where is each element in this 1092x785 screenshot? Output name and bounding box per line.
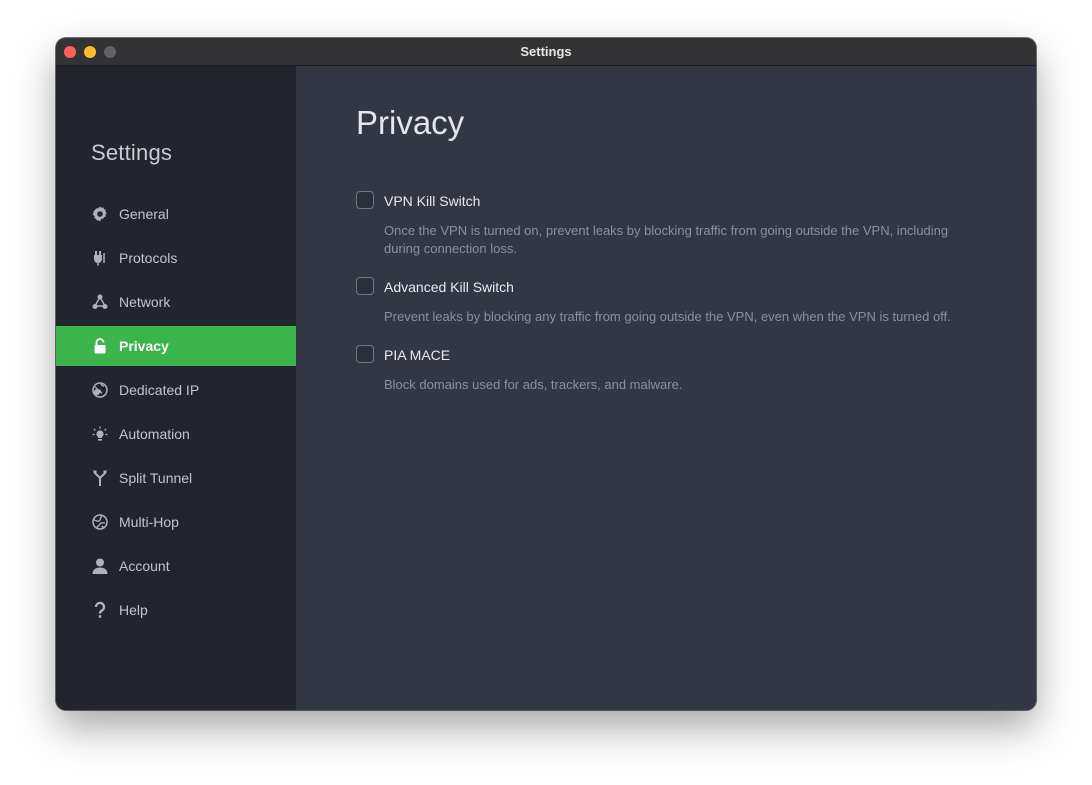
account-icon (91, 557, 109, 575)
option-description: Block domains used for ads, trackers, an… (384, 377, 683, 392)
network-icon (91, 293, 109, 311)
sidebar-item-dedicated-ip[interactable]: Dedicated IP (56, 370, 296, 410)
dedicated-ip-icon (91, 381, 109, 399)
sidebar-item-general[interactable]: General (56, 194, 296, 234)
sidebar-item-label: Help (119, 602, 148, 618)
sidebar-item-privacy[interactable]: Privacy (56, 326, 296, 366)
option-label[interactable]: VPN Kill Switch (384, 193, 480, 209)
sidebar-item-account[interactable]: Account (56, 546, 296, 586)
sidebar-item-help[interactable]: Help (56, 590, 296, 630)
sidebar-title: Settings (91, 140, 173, 165)
option-description: Once the VPN is turned on, prevent leaks… (384, 223, 949, 256)
protocols-icon (91, 249, 109, 267)
option-label[interactable]: PIA MACE (384, 347, 450, 363)
sidebar-item-label: Multi-Hop (119, 514, 179, 530)
pia-mace-checkbox[interactable] (356, 345, 374, 363)
sidebar-item-network[interactable]: Network (56, 282, 296, 322)
sidebar-item-protocols[interactable]: Protocols (56, 238, 296, 278)
option-description: Prevent leaks by blocking any traffic fr… (384, 309, 951, 324)
vpn-kill-switch-checkbox[interactable] (356, 191, 374, 209)
automation-icon (91, 425, 109, 443)
sidebar-item-label: Protocols (119, 250, 178, 266)
sidebar-item-label: Split Tunnel (119, 470, 193, 486)
help-icon (91, 601, 109, 619)
settings-window: Settings Settings General Protocols Netw… (56, 38, 1036, 710)
sidebar-item-label: Automation (119, 426, 190, 442)
option-label[interactable]: Advanced Kill Switch (384, 279, 514, 295)
window-title: Settings (520, 44, 572, 59)
sidebar-item-automation[interactable]: Automation (56, 414, 296, 454)
sidebar-item-split-tunnel[interactable]: Split Tunnel (56, 458, 296, 498)
sidebar: Settings General Protocols Network Priva… (56, 66, 296, 710)
sidebar-item-label: Dedicated IP (119, 382, 200, 398)
split-tunnel-icon (91, 469, 109, 487)
sidebar-item-label: Privacy (119, 338, 169, 354)
sidebar-item-label: General (119, 206, 169, 222)
sidebar-item-multi-hop[interactable]: Multi-Hop (56, 502, 296, 542)
sidebar-item-label: Network (119, 294, 171, 310)
multi-hop-icon (91, 513, 109, 531)
page-title: Privacy (356, 104, 465, 141)
lock-icon (91, 337, 109, 355)
advanced-kill-switch-checkbox[interactable] (356, 277, 374, 295)
main-panel: Privacy VPN Kill Switch Once the VPN is … (296, 66, 1036, 710)
sidebar-item-label: Account (119, 558, 170, 574)
title-bar: Settings (56, 38, 1036, 66)
gear-icon (91, 205, 109, 223)
